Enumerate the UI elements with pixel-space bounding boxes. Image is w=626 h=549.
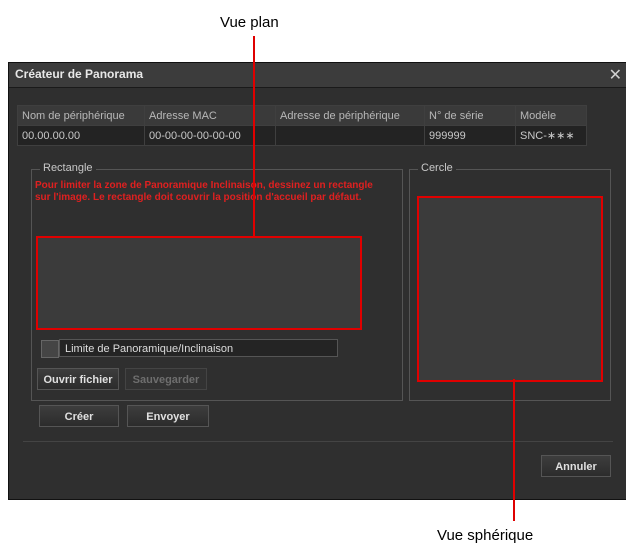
open-file-button[interactable]: Ouvrir fichier (37, 368, 119, 390)
callout-line-bottom (513, 379, 515, 521)
flat-view-canvas[interactable] (36, 236, 362, 330)
cell-device-name: 00.00.00.00 (17, 125, 145, 146)
callout-vue-plan: Vue plan (220, 14, 279, 31)
close-icon[interactable]: ✕ (609, 65, 622, 85)
title-bar: Créateur de Panorama ✕ (9, 63, 626, 88)
callout-line-top (253, 36, 255, 236)
table-header-row: Nom de périphérique Adresse MAC Adresse … (17, 105, 587, 126)
column-header-mac: Adresse MAC (144, 105, 276, 126)
create-button[interactable]: Créer (39, 405, 119, 427)
table-row[interactable]: 00.00.00.00 00-00-00-00-00-00 999999 SNC… (17, 125, 587, 146)
save-button[interactable]: Sauvegarder (125, 368, 207, 390)
pan-tilt-limit-checkbox[interactable] (41, 340, 59, 358)
cell-device-address (275, 125, 425, 146)
cell-mac: 00-00-00-00-00-00 (144, 125, 276, 146)
send-button[interactable]: Envoyer (127, 405, 209, 427)
column-header-model: Modèle (515, 105, 587, 126)
column-header-serial: N° de série (424, 105, 516, 126)
column-header-device-address: Adresse de périphérique (275, 105, 425, 126)
panorama-creator-dialog: Créateur de Panorama ✕ Nom de périphériq… (9, 63, 626, 499)
rectangle-group-label: Rectangle (40, 162, 96, 174)
spherical-view-canvas[interactable] (417, 196, 603, 382)
callout-vue-spherique: Vue sphérique (437, 527, 534, 544)
cell-serial: 999999 (424, 125, 516, 146)
cell-model: SNC-∗∗∗ (515, 125, 587, 146)
device-table: Nom de périphérique Adresse MAC Adresse … (17, 105, 587, 146)
divider (23, 441, 613, 442)
column-header-device-name: Nom de périphérique (17, 105, 145, 126)
rectangle-warning-text: Pour limiter la zone de Panoramique Incl… (35, 180, 373, 203)
pan-tilt-limit-label: Limite de Panoramique/Inclinaison (59, 339, 338, 357)
window-title: Créateur de Panorama (15, 67, 144, 81)
cancel-button[interactable]: Annuler (541, 455, 611, 477)
circle-group-label: Cercle (418, 162, 456, 174)
